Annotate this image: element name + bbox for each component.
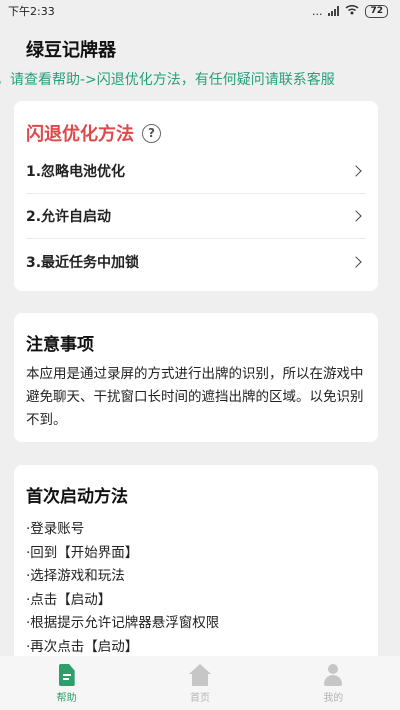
step-item: ·根据提示允许记牌器悬浮窗权限: [26, 615, 220, 632]
crash-card-title: 闪退优化方法: [26, 124, 134, 145]
chevron-right-icon: [350, 165, 362, 177]
status-time: 下午2:33: [8, 5, 55, 18]
tab-help[interactable]: 帮助: [37, 664, 97, 704]
crash-optimization-card: 闪退优化方法 ? 1.忽略电池优化 2.允许自启动 3.最近任务中加锁: [14, 101, 378, 291]
user-icon: [322, 664, 344, 686]
status-icons: ... 72: [312, 4, 388, 18]
notes-card-body: 本应用是通过录屏的方式进行出牌的识别，所以在游戏中避免聊天、干扰窗口长时间的遮挡…: [26, 366, 364, 428]
tab-label: 我的: [323, 693, 344, 704]
dots-text: ...: [311, 4, 323, 18]
first-start-steps: ·登录账号 ·回到【开始界面】 ·选择游戏和玩法 ·点击【启动】 ·根据提示允许…: [14, 507, 378, 660]
tab-home[interactable]: 首页: [170, 664, 230, 704]
notice-text: 有问题，请查看帮助->闪退优化方法，有任何疑问请联系客服: [0, 72, 335, 88]
option-ignore-battery[interactable]: 1.忽略电池优化: [26, 149, 366, 194]
notes-card: 注意事项 本应用是通过录屏的方式进行出牌的识别，所以在游戏中避免聊天、干扰窗口长…: [14, 313, 378, 442]
chevron-right-icon: [350, 210, 362, 222]
option-allow-autostart[interactable]: 2.允许自启动: [26, 194, 366, 239]
chevron-right-icon: [350, 255, 362, 268]
tab-label: 首页: [189, 693, 210, 704]
notice-marquee[interactable]: 有问题，请查看帮助->闪退优化方法，有任何疑问请联系客服: [0, 68, 400, 88]
step-item: ·点击【启动】: [26, 591, 112, 608]
step-item: ·回到【开始界面】: [26, 544, 139, 561]
crash-card-header: 闪退优化方法 ?: [14, 101, 378, 149]
wifi-icon: [345, 4, 359, 18]
bottom-tab-bar: 帮助 首页 我的: [0, 656, 400, 710]
home-icon: [188, 664, 211, 686]
crash-option-list: 1.忽略电池优化 2.允许自启动 3.最近任务中加锁: [14, 149, 378, 284]
tab-mine[interactable]: 我的: [303, 664, 363, 704]
app-title: 绿豆记牌器: [26, 40, 116, 61]
notes-card-title: 注意事项: [26, 335, 94, 355]
step-item: ·选择游戏和玩法: [26, 568, 125, 585]
tab-label: 帮助: [56, 693, 77, 704]
step-item: ·登录账号: [26, 521, 85, 537]
first-start-card-title: 首次启动方法: [26, 487, 128, 507]
signal-icon: [328, 6, 340, 16]
option-label: 1.忽略电池优化: [26, 164, 126, 180]
help-icon[interactable]: ?: [142, 123, 161, 143]
status-bar: 下午2:33 ... 72: [0, 0, 400, 22]
option-label: 2.允许自启动: [26, 209, 112, 225]
battery-icon: 72: [365, 4, 388, 18]
option-lock-recent-task[interactable]: 3.最近任务中加锁: [26, 239, 366, 284]
document-icon: [58, 664, 75, 686]
first-start-card: 首次启动方法 ·登录账号 ·回到【开始界面】 ·选择游戏和玩法 ·点击【启动】 …: [14, 465, 378, 665]
option-label: 3.最近任务中加锁: [26, 254, 140, 271]
